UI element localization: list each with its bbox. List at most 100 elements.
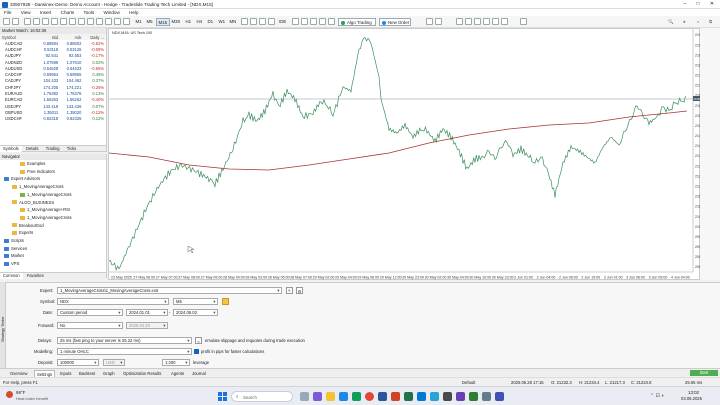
chart-window[interactable]: 21950.021900.021850.021800.021750.021700… [108,28,701,280]
tf-h4[interactable]: H4 [195,18,204,26]
elliott-icon[interactable] [114,18,121,25]
autoscroll-icon[interactable] [483,18,490,25]
navigator-item[interactable]: Services [4,246,27,252]
navigator-item[interactable]: Free Indicators [20,169,55,175]
outlook-icon[interactable] [417,392,426,401]
zoom-out-icon[interactable] [465,18,472,25]
currency-select[interactable]: USD [103,359,125,366]
symbol-info-icon[interactable] [222,298,229,305]
account-icon[interactable]: ◐ [697,18,700,26]
tab-symbols[interactable]: Symbols [0,146,22,152]
deposit-field[interactable]: 100000 [57,359,99,366]
expert-settings-icon[interactable]: ⚙ [296,287,303,294]
market-watch-row[interactable]: GBPUSD 1.35011 1.35020 -0.12% [0,109,106,115]
tf-mn[interactable]: MN [228,18,238,26]
menu-tools[interactable]: Tools [79,9,98,16]
menu-window[interactable]: Window [99,9,123,16]
channel-icon[interactable] [69,18,76,25]
timeframe-select[interactable]: M5 [173,298,218,305]
navigator-item[interactable]: Expert Advisors [4,176,40,182]
navigator-item[interactable]: BreakoutGod [12,223,44,229]
candles-icon[interactable] [250,18,257,25]
line-chart-icon[interactable] [259,18,266,25]
zoom-in-icon[interactable] [456,18,463,25]
expert-edit-icon[interactable]: ✎ [286,287,293,294]
forward-select[interactable]: No [57,322,123,329]
taskbar-search[interactable]: ⌕ Search [231,391,293,402]
draw-tools-icon[interactable] [123,18,130,25]
tf-d1[interactable]: D1 [206,18,215,26]
tf-m15[interactable]: M15 [156,18,170,26]
navigator-item[interactable]: 1_MovingAverageCross [12,184,64,190]
delays-select[interactable]: 25 ms (fast ping to your server is 25.22… [57,337,192,344]
notifications-icon[interactable]: ● [683,18,686,26]
modelling-select[interactable]: 1 minute OHLC [57,348,192,355]
lock-icon[interactable] [301,18,308,25]
cursor-icon[interactable] [24,18,31,25]
tab-ticks[interactable]: Ticks [64,146,79,152]
window-menu-icon[interactable]: ⧉ [709,18,712,26]
metatrader-icon[interactable] [430,392,439,401]
menu-file[interactable]: File [0,9,15,16]
trendline-icon[interactable] [60,18,67,25]
new-order-button[interactable]: New Order [379,18,411,26]
app-blue-icon[interactable] [495,392,504,401]
date-to-field[interactable]: 2024.06.02 [173,309,218,316]
date-mode-select[interactable]: Custom period [57,309,123,316]
excel-icon[interactable] [404,392,413,401]
navigator-item[interactable]: 1_MovingAverage+RSI [20,207,70,213]
terminal-icon[interactable] [443,392,452,401]
tf-m30[interactable]: M30 [170,18,182,26]
tf-w1[interactable]: W1 [217,18,227,26]
horizontal-line-icon[interactable] [51,18,58,25]
tab-graph[interactable]: Graph [101,370,117,377]
search-toolbar-icon[interactable]: 🔍 [668,18,673,26]
navigator-item[interactable]: 1_MovingAverageCross [20,192,72,198]
template-icon[interactable] [268,18,275,25]
profit-pips-checkbox[interactable] [194,349,199,354]
minimize-icon[interactable]: – [680,1,690,8]
tab-optimization-results[interactable]: Optimization Results [121,370,163,377]
experts-icon[interactable] [292,18,299,25]
leverage-select[interactable]: 1:200 [162,359,190,366]
tile-icon[interactable] [474,18,481,25]
tab-trading[interactable]: Trading [43,146,63,152]
date-from-field[interactable]: 2024.01.01 [126,309,168,316]
navigator-item[interactable]: 1_MovingAverageCross [20,215,72,221]
chrome-icon[interactable] [365,392,374,401]
menu-charts[interactable]: Charts [57,9,79,16]
tab-backtest[interactable]: Backtest [77,370,97,377]
market-watch-row[interactable]: AUDCHF 0.53118 0.53126 -0.08% [0,46,106,52]
chart-type-icon[interactable] [241,18,248,25]
new-chart-icon[interactable] [3,18,10,25]
tab-inputs[interactable]: Inputs [58,370,73,377]
crosshair-icon[interactable] [33,18,40,25]
depth-icon[interactable] [426,18,433,25]
market-watch-row[interactable]: AUDCAD 0.88594 0.88602 -0.52% [0,40,106,46]
menu-help[interactable]: Help [125,9,142,16]
powerpoint-icon[interactable] [391,392,400,401]
fibo-icon[interactable] [105,18,112,25]
navigator-item[interactable]: ALGO_BUSINESS [12,200,54,206]
settings-app-icon[interactable] [482,392,491,401]
market-watch-row[interactable]: AUDJPY 92.541 92.553 -0.17% [0,53,106,59]
windows-start-icon[interactable] [218,392,227,401]
tab-details[interactable]: Details [23,146,42,152]
tray-icons[interactable]: ⌃ ⊡ ◖ [650,393,664,399]
profiles-icon[interactable] [12,18,19,25]
market-icon[interactable] [328,18,335,25]
tab-overview[interactable]: Overview [8,370,29,377]
delays-settings-icon[interactable]: ≈ [195,337,202,344]
shapes-icon[interactable] [78,18,85,25]
market-watch-row[interactable]: CHFJPY 174.205 174.221 -0.26% [0,84,106,90]
text-icon[interactable] [87,18,94,25]
arrows-icon[interactable] [96,18,103,25]
close-icon[interactable]: ✕ [707,1,717,8]
word-icon[interactable] [378,392,387,401]
tab-journal[interactable]: Journal [190,370,208,377]
indicators-icon[interactable] [501,18,508,25]
tf-h1[interactable]: H1 [184,18,193,26]
signals-icon[interactable] [319,18,326,25]
shift-icon[interactable] [492,18,499,25]
tf-m5[interactable]: M5 [145,18,154,26]
